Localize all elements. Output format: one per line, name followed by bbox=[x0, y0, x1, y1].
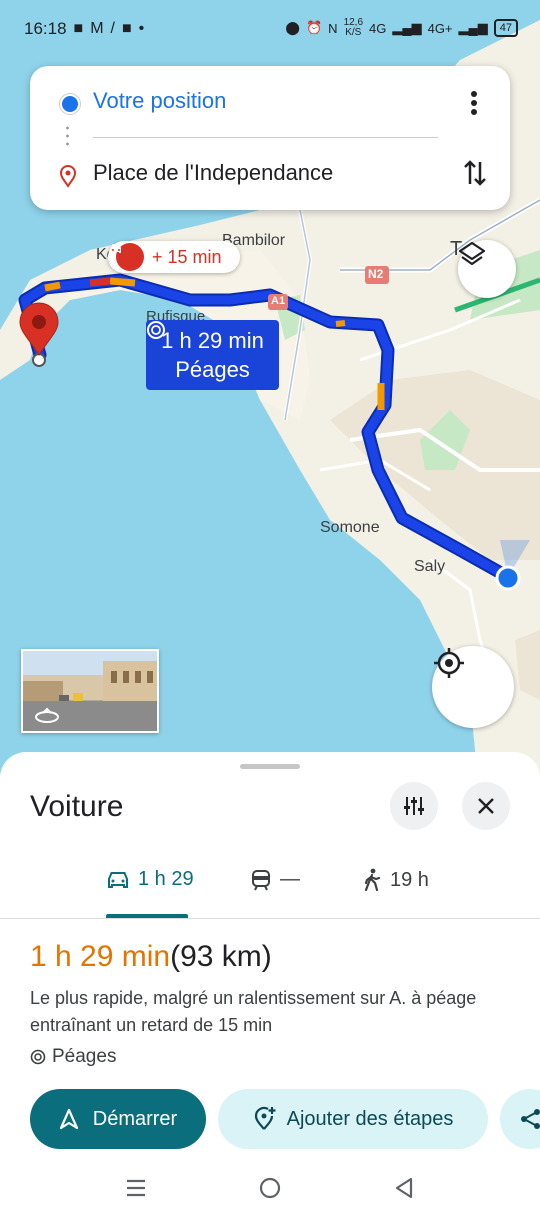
toll-icon bbox=[30, 1049, 46, 1065]
more-options-button[interactable] bbox=[470, 90, 478, 121]
close-button[interactable] bbox=[462, 782, 510, 830]
notification-icon: ■ bbox=[73, 20, 84, 37]
swap-vert-icon bbox=[464, 160, 486, 186]
recents-button[interactable] bbox=[124, 1176, 148, 1205]
traffic-delay-text: + 15 min bbox=[152, 246, 222, 267]
bottom-sheet: Voiture 1 h 29 — 19 h 1 h 29 min(93 km) … bbox=[0, 752, 540, 1218]
navigation-arrow-icon bbox=[59, 1108, 78, 1130]
car-icon bbox=[108, 871, 128, 888]
sheet-title: Voiture bbox=[30, 790, 124, 823]
network-speed: 12,6 K/S bbox=[343, 17, 364, 38]
walk-icon bbox=[364, 868, 381, 892]
sheet-drag-handle[interactable] bbox=[240, 764, 300, 769]
network-type-1: 4G bbox=[369, 20, 387, 36]
layers-button[interactable] bbox=[458, 240, 516, 298]
start-button-label: Démarrer bbox=[92, 1107, 178, 1130]
add-stops-label: Ajouter des étapes bbox=[286, 1107, 454, 1130]
field-divider bbox=[93, 137, 438, 138]
train-icon bbox=[252, 869, 270, 890]
nfc-icon: N bbox=[328, 20, 338, 36]
swap-button[interactable] bbox=[462, 158, 488, 195]
tab-transit[interactable]: — bbox=[250, 868, 300, 891]
origin-field[interactable]: Votre position bbox=[93, 88, 226, 114]
layers-icon bbox=[458, 241, 486, 266]
add-location-icon bbox=[254, 1106, 276, 1130]
location-status-icon: ⬤ bbox=[285, 20, 300, 35]
travel-mode-tabs: 1 h 29 — 19 h bbox=[0, 860, 540, 919]
destination-pin-icon bbox=[58, 164, 78, 193]
street-view-icon bbox=[23, 661, 157, 723]
app-icon: / bbox=[110, 20, 115, 37]
notification-square-icon: ■ bbox=[122, 20, 132, 37]
route-summary: 1 h 29 min(93 km) bbox=[30, 940, 272, 974]
tab-walk-label: 19 h bbox=[390, 868, 429, 891]
back-button[interactable] bbox=[392, 1176, 416, 1205]
system-nav-bar bbox=[0, 1168, 540, 1218]
traffic-car-icon bbox=[111, 243, 144, 271]
share-button[interactable] bbox=[500, 1089, 540, 1149]
battery-level: 47 bbox=[493, 19, 518, 37]
signal-icon-2: ▂▄▆ bbox=[458, 20, 488, 35]
my-location-button[interactable] bbox=[432, 646, 514, 728]
crosshair-icon bbox=[434, 648, 464, 678]
tab-walk[interactable]: 19 h bbox=[362, 868, 429, 892]
more-notifications-icon: • bbox=[138, 20, 145, 37]
gmail-icon: M bbox=[90, 20, 104, 37]
street-view-thumbnail[interactable] bbox=[21, 649, 159, 733]
destination-field[interactable]: Place de l'Independance bbox=[93, 160, 333, 186]
tune-icon bbox=[404, 797, 424, 815]
tab-car[interactable]: 1 h 29 bbox=[106, 868, 194, 891]
status-time: 16:18 bbox=[24, 19, 67, 38]
tab-car-label: 1 h 29 bbox=[138, 868, 194, 890]
route-time: 1 h 29 min bbox=[30, 940, 171, 973]
route-distance: (93 km) bbox=[170, 940, 272, 973]
route-callout-tolls: Péages bbox=[175, 357, 250, 382]
map-label-somone: Somone bbox=[320, 519, 380, 536]
start-navigation-button[interactable]: Démarrer bbox=[30, 1089, 206, 1149]
menu-icon bbox=[127, 1179, 145, 1197]
more-vert-icon bbox=[471, 91, 477, 115]
alarm-icon: ⏰ bbox=[305, 20, 323, 35]
close-icon bbox=[478, 798, 494, 814]
tolls-info: Péages bbox=[30, 1046, 116, 1068]
route-description: Le plus rapide, malgré un ralentissement… bbox=[30, 988, 477, 1035]
status-bar: 16:18 ■ M / ■ • ⬤ ⏰ N 12,6 K/S 4G ▂▄▆ 4G+… bbox=[0, 0, 540, 58]
route-options-button[interactable] bbox=[390, 782, 438, 830]
network-type-2: 4G+ bbox=[427, 20, 453, 36]
origin-dot-icon bbox=[60, 94, 80, 114]
signal-icon-1: ▂▄▆ bbox=[392, 20, 422, 35]
route-connector-dots bbox=[66, 124, 69, 150]
share-icon bbox=[521, 1109, 540, 1129]
map-label-saly: Saly bbox=[414, 558, 446, 575]
traffic-delay-badge[interactable]: + 15 min bbox=[108, 241, 240, 273]
road-shield-a1: A1 bbox=[271, 295, 286, 307]
route-callout[interactable]: 1 h 29 min Péages bbox=[146, 320, 279, 390]
toll-icon bbox=[147, 321, 165, 339]
home-circle-icon bbox=[259, 1177, 281, 1199]
add-stops-button[interactable]: Ajouter des étapes bbox=[218, 1089, 488, 1149]
tolls-label: Péages bbox=[52, 1046, 117, 1067]
home-button[interactable] bbox=[258, 1176, 282, 1205]
road-shield-n2: N2 bbox=[368, 267, 384, 281]
back-triangle-icon bbox=[395, 1177, 413, 1199]
active-tab-indicator bbox=[106, 914, 188, 918]
tab-transit-label: — bbox=[280, 868, 300, 890]
